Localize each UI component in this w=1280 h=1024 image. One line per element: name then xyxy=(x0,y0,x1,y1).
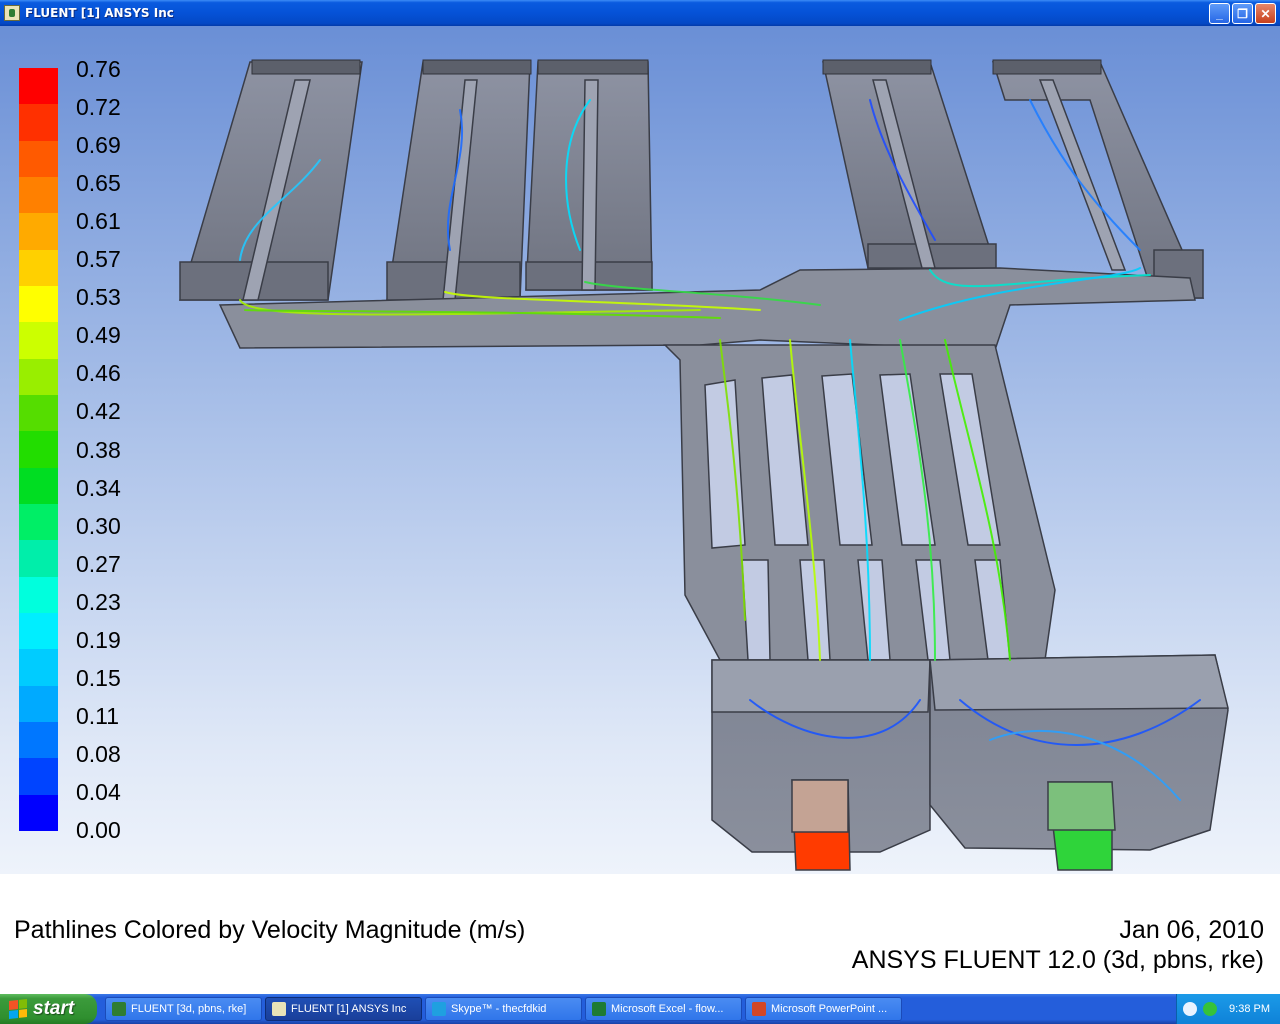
lower-channels xyxy=(663,344,1056,661)
restore-button[interactable]: ❐ xyxy=(1232,3,1253,24)
tray-clock[interactable]: 9:38 PM xyxy=(1229,1003,1270,1015)
task-app-icon xyxy=(432,1002,446,1016)
task-app-icon xyxy=(272,1002,286,1016)
task-label: Microsoft Excel - flow... xyxy=(611,1003,724,1015)
task-app-icon xyxy=(112,1002,126,1016)
close-button[interactable]: ✕ xyxy=(1255,3,1276,24)
upper-tanks xyxy=(178,61,1205,301)
task-label: FLUENT [1] ANSYS Inc xyxy=(291,1003,407,1015)
outlet-basins xyxy=(711,654,1229,871)
taskbar-task[interactable]: Microsoft Excel - flow... xyxy=(585,997,742,1021)
start-button[interactable]: start xyxy=(0,994,97,1024)
task-label: Microsoft PowerPoint ... xyxy=(771,1003,888,1015)
taskbar-task[interactable]: FLUENT [1] ANSYS Inc xyxy=(265,997,422,1021)
taskbar: start FLUENT [3d, pbns, rke] FLUENT [1] A… xyxy=(0,994,1280,1024)
windows-flag-icon xyxy=(9,999,27,1019)
task-app-icon xyxy=(592,1002,606,1016)
start-label: start xyxy=(33,998,75,1019)
task-app-icon xyxy=(752,1002,766,1016)
taskbar-tasks: FLUENT [3d, pbns, rke] FLUENT [1] ANSYS I… xyxy=(105,997,902,1021)
taskbar-task[interactable]: FLUENT [3d, pbns, rke] xyxy=(105,997,262,1021)
taskbar-task[interactable]: Skype™ - thecfdkid xyxy=(425,997,582,1021)
window-controls: _ ❐ ✕ xyxy=(1209,3,1276,24)
title-bar[interactable]: FLUENT [1] ANSYS Inc _ ❐ ✕ xyxy=(0,0,1280,26)
taskbar-task[interactable]: Microsoft PowerPoint ... xyxy=(745,997,902,1021)
graphics-info-strip: Pathlines Colored by Velocity Magnitude … xyxy=(0,874,1280,994)
minimize-button[interactable]: _ xyxy=(1209,3,1230,24)
task-label: Skype™ - thecfdkid xyxy=(451,1003,547,1015)
graphics-viewport[interactable]: 0.76 0.72 0.69 0.65 0.61 0.57 0.53 0.49 0.46 0.42… xyxy=(0,26,1280,874)
pathline-geometry xyxy=(178,59,1229,871)
tank-headers xyxy=(251,59,1102,75)
task-label: FLUENT [3d, pbns, rke] xyxy=(131,1003,247,1015)
tray-network-icon[interactable] xyxy=(1203,1002,1217,1016)
fluent-app-icon[interactable] xyxy=(4,5,20,21)
plot-date: Jan 06, 2010 xyxy=(1119,916,1264,944)
tray-arrow-icon[interactable] xyxy=(1183,1002,1197,1016)
system-tray: 9:38 PM xyxy=(1176,994,1280,1024)
plot-product: ANSYS FLUENT 12.0 (3d, pbns, rke) xyxy=(851,946,1264,974)
plot-caption: Pathlines Colored by Velocity Magnitude … xyxy=(14,916,526,944)
window-title: FLUENT [1] ANSYS Inc xyxy=(25,6,174,20)
